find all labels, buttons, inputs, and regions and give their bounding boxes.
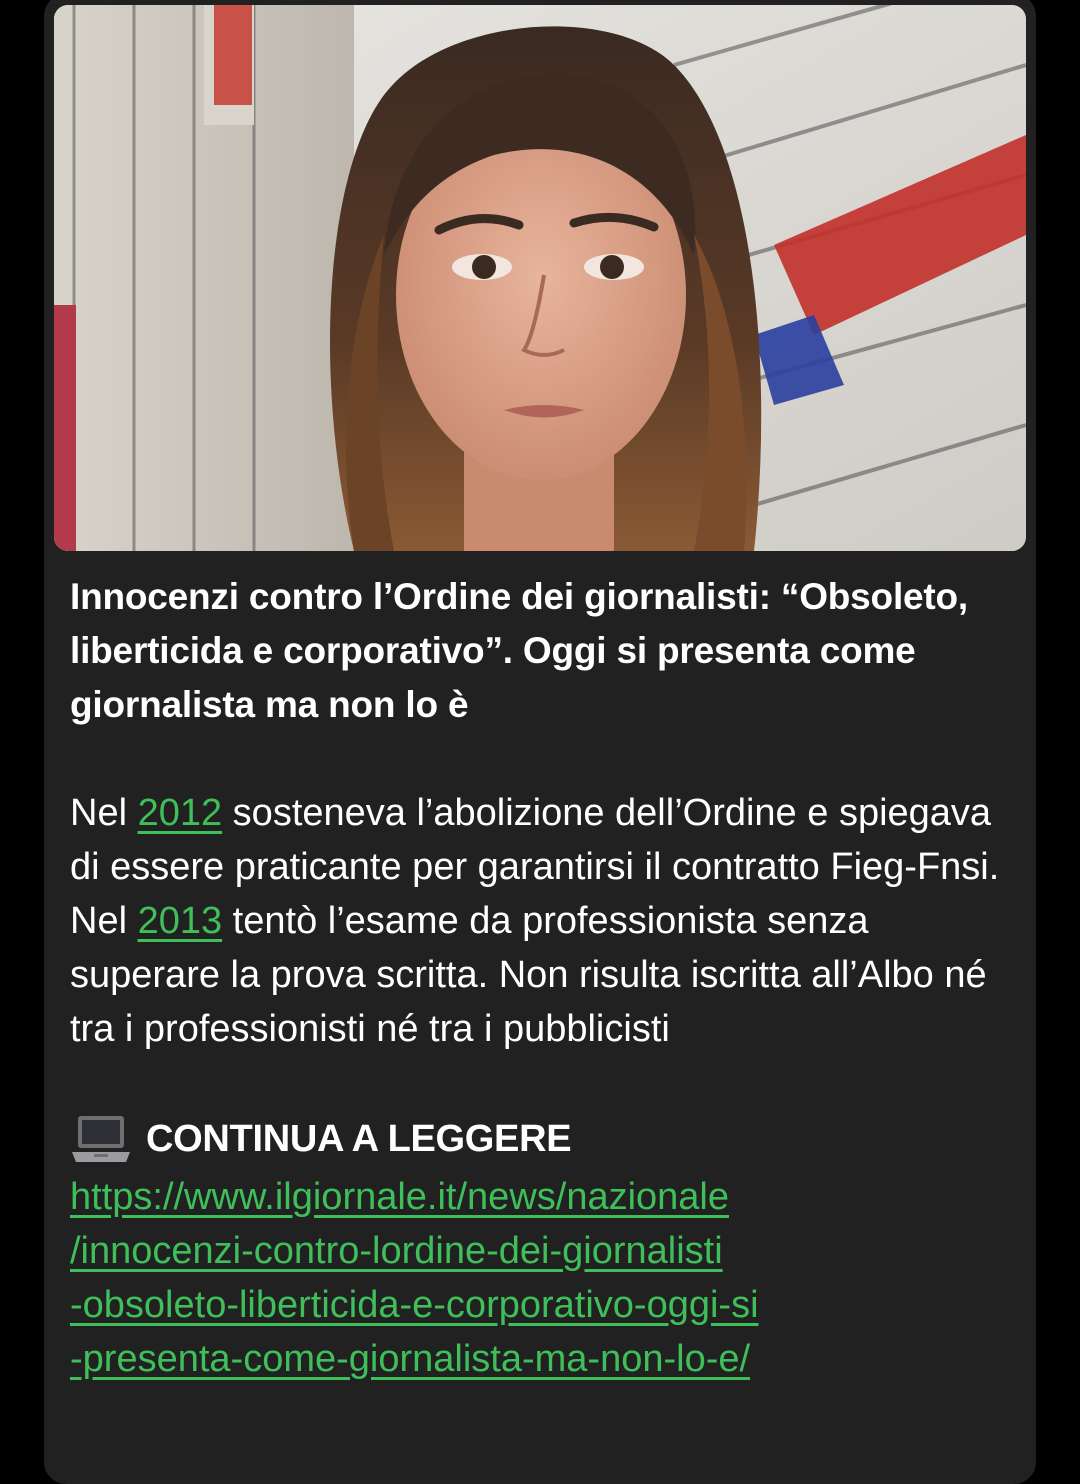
continue-reading-label: CONTINUA A LEGGERE xyxy=(146,1117,572,1160)
year-2012-link[interactable]: 2012 xyxy=(138,792,223,834)
article-title: Innocenzi contro l’Ordine dei giornalist… xyxy=(70,576,969,725)
url-line[interactable]: /innocenzi-contro-lordine-dei-giornalist… xyxy=(70,1224,1000,1278)
url-line[interactable]: -presenta-come-giornalista-ma-non-lo-e/ xyxy=(70,1332,1000,1386)
article-image[interactable] xyxy=(54,5,1026,551)
article-summary: Nel 2012 sosteneva l’abolizione dell’Ord… xyxy=(70,786,1000,1056)
continue-reading: CONTINUA A LEGGERE xyxy=(70,1110,1000,1168)
laptop-icon xyxy=(70,1110,132,1168)
url-line[interactable]: https://www.ilgiornale.it/news/nazionale xyxy=(70,1170,1000,1224)
article-url-link[interactable]: https://www.ilgiornale.it/news/nazionale… xyxy=(70,1170,1000,1386)
year-2013-link[interactable]: 2013 xyxy=(138,900,223,942)
message-content: Innocenzi contro l’Ordine dei giornalist… xyxy=(70,570,1000,1386)
summary-text: Nel xyxy=(70,792,138,834)
url-line[interactable]: -obsoleto-liberticida-e-corporativo-oggi… xyxy=(70,1278,1000,1332)
